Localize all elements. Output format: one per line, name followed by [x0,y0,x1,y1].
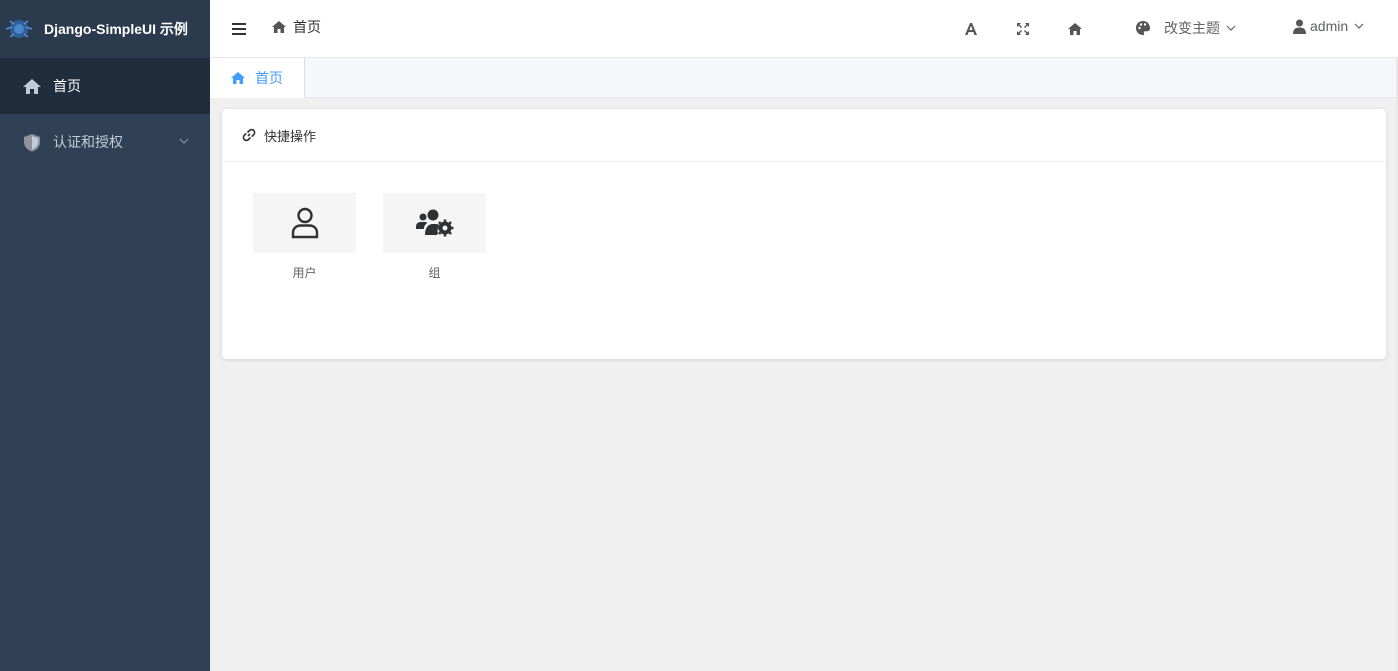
home-icon [22,76,42,96]
user-icon [291,207,318,239]
quick-item-groups[interactable]: 组 [383,193,486,281]
menu-toggle-icon[interactable] [232,20,246,38]
quick-item-label: 组 [428,266,441,280]
quick-item-tile[interactable] [253,193,356,253]
user-dropdown[interactable]: admin [1293,18,1365,34]
chevron-down-icon [1226,25,1236,31]
sidebar: Django-SimpleUI 示例 首页 认证和授权 [0,0,210,671]
top-header: 首页 改变主题 admin [210,0,1398,58]
quick-actions-card: 快捷操作 用户 组 [222,109,1386,359]
sidebar-item-label: 首页 [53,78,81,94]
tab-home[interactable]: 首页 [210,58,305,98]
font-size-button[interactable] [961,19,981,39]
quick-item-tile[interactable] [383,193,486,253]
sidebar-item-auth[interactable]: 认证和授权 [0,114,210,170]
sidebar-item-home[interactable]: 首页 [0,58,210,114]
card-header: 快捷操作 [222,109,1386,162]
breadcrumb[interactable]: 首页 [271,17,321,37]
home-icon [1068,23,1082,35]
home-button[interactable] [1065,19,1085,39]
chevron-down-icon [1354,23,1364,29]
fullscreen-icon [1017,23,1029,35]
tab-label: 首页 [255,70,283,86]
font-size-icon [965,23,977,35]
shield-icon [22,132,42,152]
user-name: admin [1310,18,1349,34]
logo-icon [5,20,33,38]
quick-item-users[interactable]: 用户 [253,193,356,281]
user-icon [1293,19,1306,34]
logo-area[interactable]: Django-SimpleUI 示例 [0,0,210,58]
palette-icon [1136,21,1150,35]
home-icon [231,72,245,84]
theme-label: 改变主题 [1164,20,1220,36]
users-cog-icon [415,209,453,237]
home-icon [272,21,286,33]
sidebar-item-label: 认证和授权 [53,134,123,150]
chevron-down-icon [179,138,189,144]
quick-item-label: 用户 [292,266,317,280]
card-title: 快捷操作 [264,128,317,144]
tab-bar: 首页 [210,58,1398,98]
app-title: Django-SimpleUI 示例 [44,21,188,37]
theme-dropdown[interactable]: 改变主题 [1135,18,1250,38]
fullscreen-button[interactable] [1013,19,1033,39]
link-icon [242,128,256,142]
breadcrumb-label: 首页 [293,19,321,35]
